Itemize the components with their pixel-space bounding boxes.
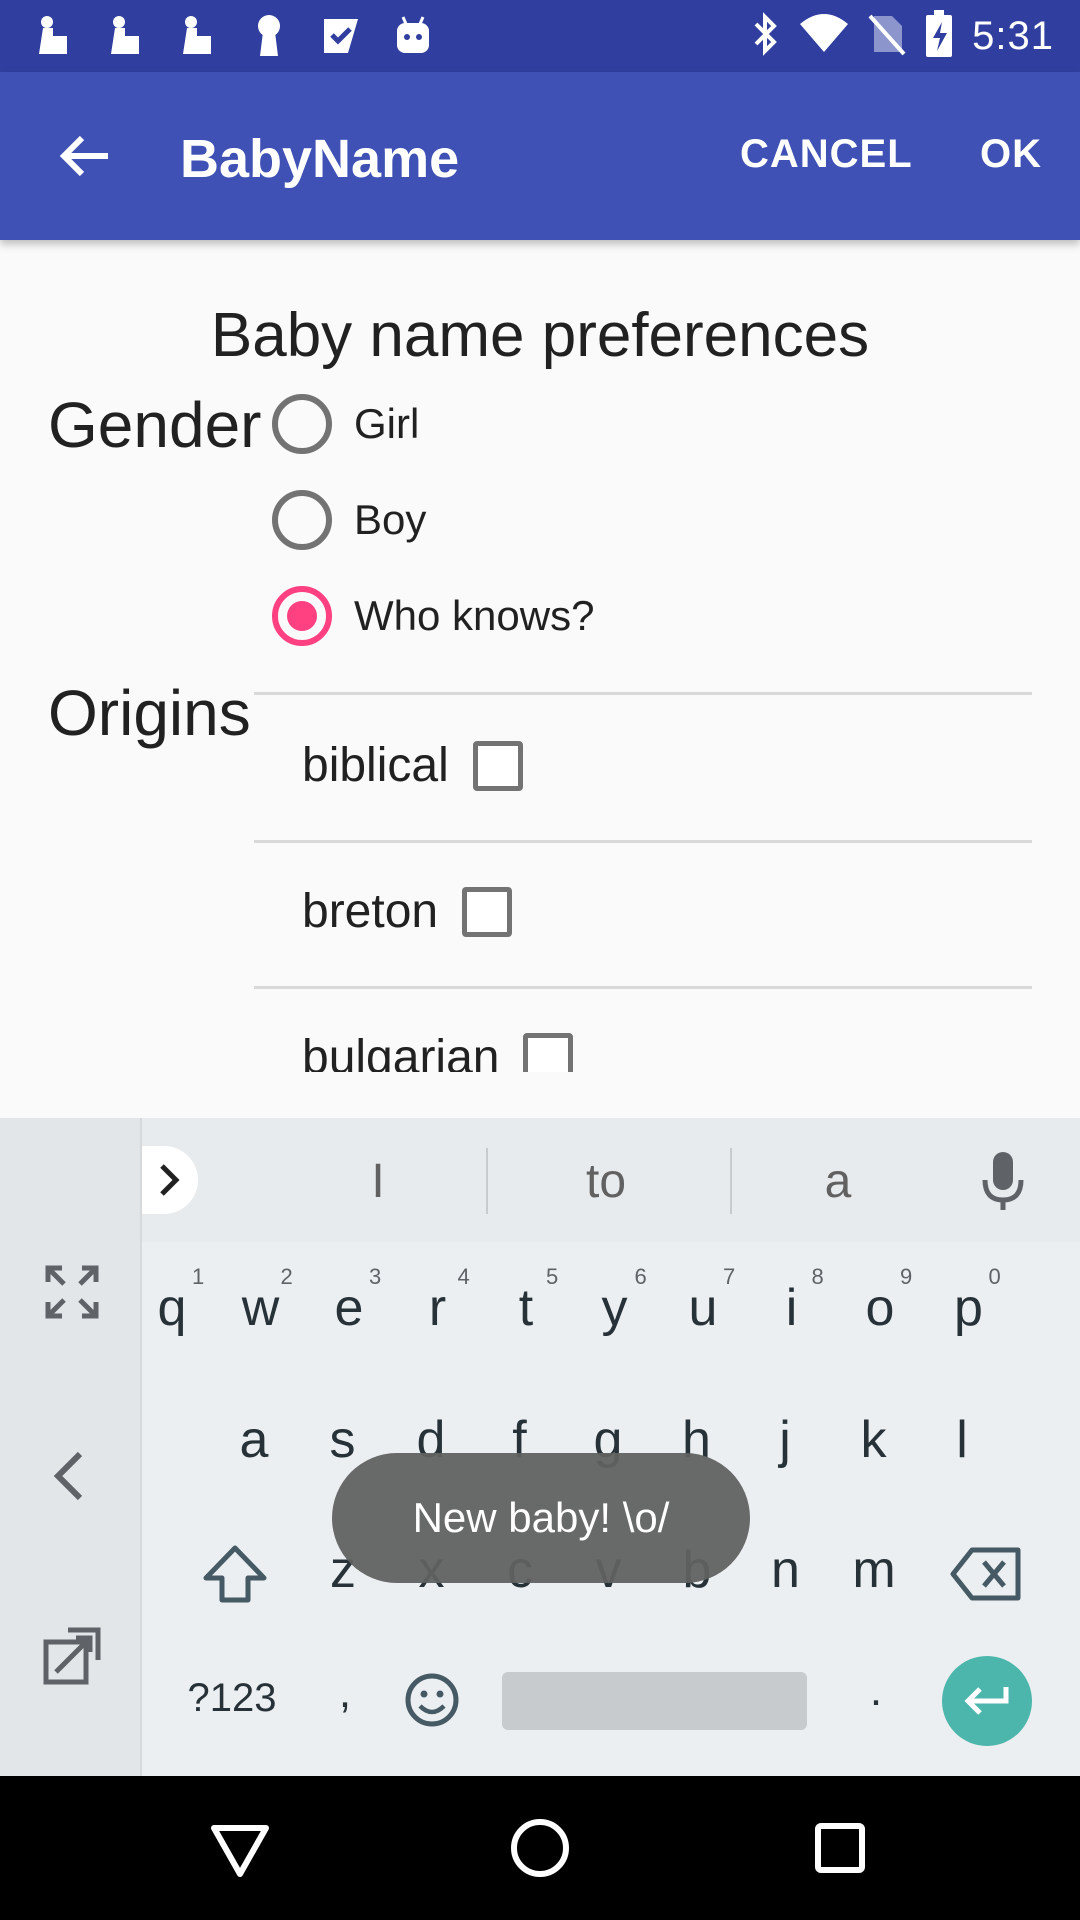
gender-label: Gender [48, 389, 262, 461]
checkmark-icon [318, 13, 364, 59]
radio-label: Boy [354, 496, 427, 543]
cancel-button[interactable]: CANCEL [740, 132, 913, 177]
ok-button[interactable]: OK [980, 132, 1042, 177]
checkbox[interactable] [462, 886, 513, 937]
battery-charging-icon [924, 9, 954, 63]
key-j[interactable]: j [745, 1410, 825, 1470]
notification-icons [30, 12, 436, 60]
checkbox[interactable] [472, 740, 523, 791]
comma-key[interactable]: , [305, 1668, 385, 1718]
key-k[interactable]: k [834, 1410, 914, 1470]
recents-button[interactable] [804, 1812, 876, 1884]
key-hint: 6 [634, 1264, 647, 1289]
wifi-icon [798, 13, 850, 59]
square-recents-icon [815, 1823, 865, 1873]
backspace-key[interactable] [950, 1546, 1022, 1602]
toast-message: New baby! \o/ [332, 1453, 750, 1583]
checkbox[interactable] [523, 1032, 574, 1072]
origin-biblical[interactable]: biblical [302, 738, 523, 793]
suggestion[interactable]: to [556, 1154, 656, 1209]
key-hint: 1 [192, 1264, 205, 1289]
backspace-icon [950, 1547, 1021, 1601]
back-button[interactable] [44, 116, 124, 196]
list-clip: bulgarian [0, 1020, 1080, 1072]
suggestion[interactable]: a [788, 1154, 888, 1209]
key-hint: 5 [546, 1264, 559, 1289]
key-hint: 7 [723, 1264, 736, 1289]
radio-boy[interactable]: Boy [272, 490, 426, 550]
key-l[interactable]: l [922, 1410, 1002, 1470]
floating-keyboard-icon[interactable] [42, 1626, 102, 1686]
origin-bulgarian[interactable]: bulgarian [302, 1030, 574, 1072]
space-key[interactable] [502, 1672, 807, 1730]
key-hint: 0 [988, 1264, 1001, 1289]
app-bar: BabyName CANCEL OK [0, 72, 1080, 240]
cursor-left-icon[interactable] [42, 1446, 102, 1506]
keyhole-icon [246, 13, 292, 59]
period-key[interactable]: . [836, 1666, 916, 1716]
status-bar: 5:31 [0, 0, 1080, 72]
key-m[interactable]: m [834, 1540, 914, 1600]
triangle-back-icon [211, 1825, 269, 1877]
origins-label: Origins [48, 677, 251, 749]
microphone-icon [982, 1152, 1024, 1210]
origin-breton[interactable]: breton [302, 884, 513, 939]
origin-label: bulgarian [302, 1031, 500, 1072]
shift-key[interactable] [200, 1542, 270, 1606]
radio-button-selected[interactable] [272, 586, 332, 646]
enter-key[interactable] [942, 1656, 1032, 1746]
home-button[interactable] [504, 1812, 576, 1884]
suggestion-divider [486, 1148, 488, 1214]
suggestion[interactable]: I [328, 1154, 428, 1209]
clock: 5:31 [972, 13, 1054, 58]
hand-icon [174, 13, 220, 59]
origin-label: biblical [302, 739, 449, 792]
divider [254, 840, 1032, 843]
emoji-key[interactable] [404, 1672, 460, 1728]
hand-icon [102, 13, 148, 59]
key-hint: 2 [280, 1264, 293, 1289]
circle-home-icon [511, 1819, 569, 1877]
fullscreen-icon[interactable] [42, 1262, 102, 1322]
symbols-key[interactable]: ?123 [182, 1676, 282, 1721]
page-title: Baby name preferences [210, 301, 870, 370]
chevron-right-icon [160, 1164, 180, 1196]
navigation-bar [0, 1776, 1080, 1920]
radio-who-knows[interactable]: Who knows? [272, 586, 594, 646]
radio-label: Who knows? [354, 592, 595, 639]
key-hint: 9 [900, 1264, 913, 1289]
radio-button[interactable] [272, 490, 332, 550]
key-hint: 8 [811, 1264, 824, 1289]
shift-icon [203, 1545, 267, 1603]
system-status-icons: 5:31 [750, 9, 1054, 63]
key-hint: 4 [457, 1264, 470, 1289]
microphone-button[interactable] [978, 1148, 1028, 1214]
no-sim-icon [868, 12, 906, 61]
suggestion-divider [730, 1148, 732, 1214]
back-nav-button[interactable] [204, 1812, 276, 1884]
app-title: BabyName [180, 129, 460, 189]
arrow-back-icon [59, 135, 108, 177]
hand-icon [30, 13, 76, 59]
android-icon [390, 13, 436, 59]
bluetooth-icon [750, 11, 780, 61]
key-hint: 3 [369, 1264, 382, 1289]
radio-label: Girl [354, 400, 420, 447]
origin-label: breton [302, 885, 439, 938]
radio-girl[interactable]: Girl [272, 394, 419, 454]
radio-button[interactable] [272, 394, 332, 454]
emoji-icon [405, 1673, 459, 1727]
divider [254, 986, 1032, 989]
key-n[interactable]: n [746, 1540, 826, 1600]
enter-icon [964, 1687, 1009, 1715]
divider [254, 692, 1032, 695]
key-a[interactable]: a [214, 1410, 294, 1470]
